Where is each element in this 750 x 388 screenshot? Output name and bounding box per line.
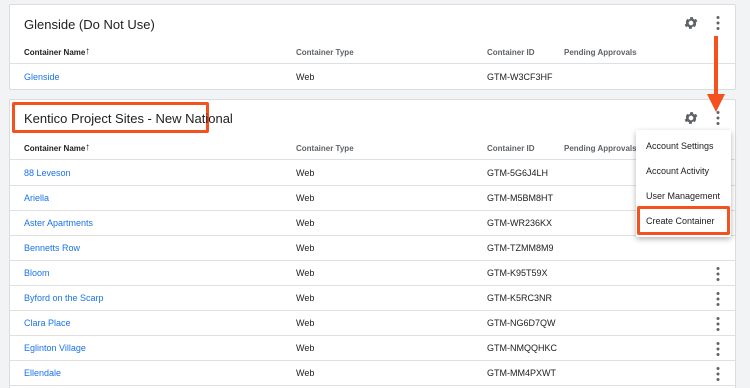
more-options-icon[interactable] [713, 15, 723, 31]
container-type: Web [296, 193, 315, 203]
container-id: GTM-W3CF3HF [487, 72, 553, 82]
container-type: Web [296, 343, 315, 353]
container-id: GTM-MM4PXWT [487, 368, 556, 378]
row-more-options-icon[interactable] [713, 266, 723, 282]
container-link[interactable]: Clara Place [24, 318, 71, 328]
column-header-name[interactable]: Container Name [24, 48, 85, 57]
container-id: GTM-NG6D7QW [487, 318, 556, 328]
account-title: Glenside (Do Not Use) [24, 17, 155, 32]
row-more-options-icon[interactable] [713, 291, 723, 307]
row-more-options-icon[interactable] [713, 341, 723, 357]
table-row: Ellendale Web GTM-MM4PXWT [10, 361, 735, 386]
column-header-type: Container Type [296, 144, 354, 153]
container-link[interactable]: Bennetts Row [24, 243, 80, 253]
container-type: Web [296, 293, 315, 303]
menu-item-user-management[interactable]: User Management [636, 184, 731, 208]
container-id: GTM-K95T59X [487, 268, 548, 278]
container-type: Web [296, 318, 315, 328]
column-header-type: Container Type [296, 48, 354, 57]
table-row: Bennetts Row Web GTM-TZMM8M9 [10, 236, 735, 261]
column-header-name[interactable]: Container Name [24, 144, 85, 153]
container-type: Web [296, 368, 315, 378]
menu-item-account-activity[interactable]: Account Activity [636, 159, 731, 183]
account-options-menu: Account Settings Account Activity User M… [636, 130, 731, 237]
container-type: Web [296, 168, 315, 178]
container-link[interactable]: Ellendale [24, 368, 61, 378]
table-header: Container Name ↑ Container Type Containe… [10, 40, 735, 64]
container-link[interactable]: Aster Apartments [24, 218, 93, 228]
container-type: Web [296, 218, 315, 228]
container-type: Web [296, 243, 315, 253]
container-link[interactable]: Glenside [24, 72, 60, 82]
table-row: Bloom Web GTM-K95T59X [10, 261, 735, 286]
container-type: Web [296, 72, 315, 82]
table-row: Clara Place Web GTM-NG6D7QW [10, 311, 735, 336]
column-header-id: Container ID [487, 48, 535, 57]
table-row: Byford on the Scarp Web GTM-K5RC3NR [10, 286, 735, 311]
container-link[interactable]: Eglinton Village [24, 343, 86, 353]
menu-item-account-settings[interactable]: Account Settings [636, 134, 731, 158]
table-row: Aster Apartments Web GTM-WR236KX [10, 211, 735, 236]
account-title: Kentico Project Sites - New National [24, 111, 233, 126]
container-link[interactable]: 88 Leveson [24, 168, 71, 178]
container-id: GTM-TZMM8M9 [487, 243, 554, 253]
container-id: GTM-WR236KX [487, 218, 553, 228]
container-id: GTM-K5RC3NR [487, 293, 553, 303]
container-id: GTM-M5BM8HT [487, 193, 553, 203]
column-header-id: Container ID [487, 144, 535, 153]
container-link[interactable]: Byford on the Scarp [24, 293, 104, 303]
container-link[interactable]: Ariella [24, 193, 49, 203]
account-card-glenside: Glenside (Do Not Use) Container Name ↑ C… [9, 4, 736, 90]
column-header-pending: Pending Approvals [564, 144, 637, 153]
gear-icon[interactable] [683, 110, 699, 126]
account-card-kentico: Kentico Project Sites - New National Con… [9, 99, 736, 388]
create-container-highlight-box [637, 206, 730, 235]
annotation-arrow-icon [707, 36, 725, 112]
container-type: Web [296, 268, 315, 278]
row-more-options-icon[interactable] [713, 366, 723, 382]
column-header-pending: Pending Approvals [564, 48, 637, 57]
table-row: Glenside Web GTM-W3CF3HF [10, 65, 735, 90]
table-row: 88 Leveson Web GTM-5G6J4LH [10, 161, 735, 186]
row-more-options-icon[interactable] [713, 316, 723, 332]
gear-icon[interactable] [683, 15, 699, 31]
container-id: GTM-5G6J4LH [487, 168, 549, 178]
table-header: Container Name ↑ Container Type Containe… [10, 136, 735, 160]
container-id: GTM-NMQQHKC [487, 343, 557, 353]
sort-up-icon[interactable]: ↑ [85, 46, 90, 57]
table-row: Eglinton Village Web GTM-NMQQHKC [10, 336, 735, 361]
table-row: Ariella Web GTM-M5BM8HT [10, 186, 735, 211]
container-link[interactable]: Bloom [24, 268, 50, 278]
sort-up-icon[interactable]: ↑ [85, 142, 90, 153]
